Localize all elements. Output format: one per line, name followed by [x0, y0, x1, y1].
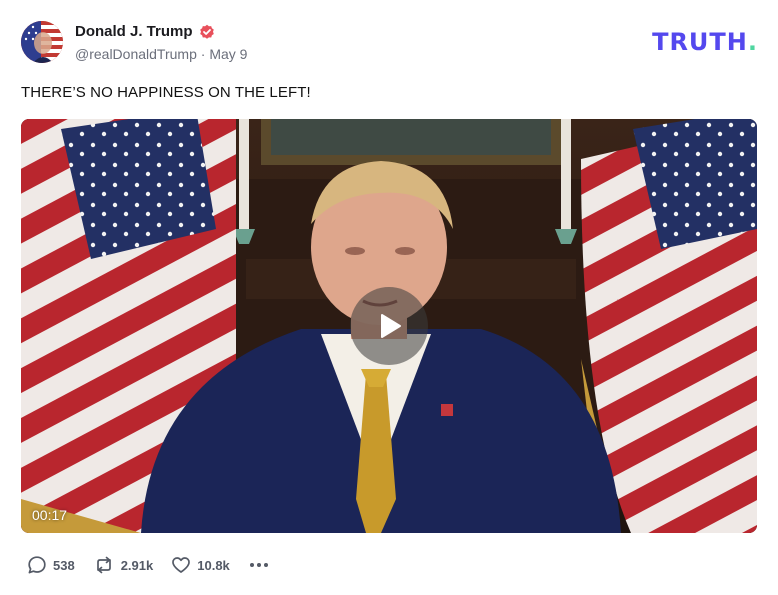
reply-button[interactable]: 538	[27, 555, 75, 575]
repost-button[interactable]: 2.91k	[93, 555, 154, 575]
like-count: 10.8k	[197, 557, 230, 573]
author-meta: @realDonaldTrump · May 9	[75, 46, 247, 62]
more-dot	[256, 563, 261, 567]
verified-badge-icon	[199, 24, 215, 40]
more-options-icon[interactable]	[249, 563, 268, 567]
video-player[interactable]: 00:17	[21, 119, 757, 533]
video-duration: 00:17	[32, 507, 68, 523]
avatar-image	[21, 21, 63, 63]
like-button[interactable]: 10.8k	[171, 555, 230, 575]
play-icon	[381, 314, 401, 338]
avatar[interactable]	[21, 21, 63, 63]
heart-icon	[172, 557, 191, 573]
play-button[interactable]	[350, 287, 428, 365]
post-date[interactable]: May 9	[209, 46, 247, 62]
more-dot	[263, 563, 268, 567]
repost-count: 2.91k	[120, 557, 154, 573]
author-display-name[interactable]: Donald J. Trump	[75, 23, 193, 40]
reply-icon	[28, 556, 46, 574]
reply-count: 538	[53, 557, 75, 573]
brand-dot: .	[747, 28, 758, 56]
repost-icon	[96, 556, 111, 574]
post-header: Donald J. Trump @realDonaldTrump · May 9…	[21, 21, 758, 65]
post-actions: 538 2.91k 10.8k	[27, 553, 268, 577]
author-handle[interactable]: @realDonaldTrump	[75, 46, 197, 62]
truth-logo[interactable]: TRUTH.	[652, 28, 758, 56]
brand-wordmark: TRUTH	[652, 28, 748, 56]
more-dot	[249, 563, 254, 567]
post-text: THERE’S NO HAPPINESS ON THE LEFT!	[21, 84, 311, 101]
author-name-row: Donald J. Trump	[75, 23, 215, 40]
